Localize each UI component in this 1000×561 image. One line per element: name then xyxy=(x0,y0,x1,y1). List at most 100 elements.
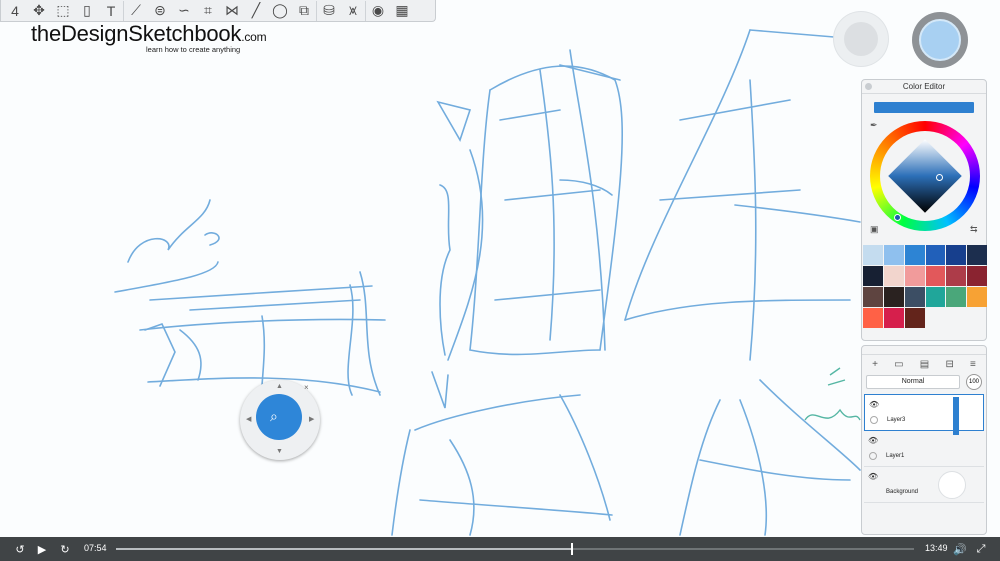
layer-name: Layer1 xyxy=(886,453,905,459)
layer-grid-icon[interactable]: ▦ xyxy=(390,1,414,21)
color-swatch[interactable] xyxy=(967,287,987,307)
folder-icon[interactable]: ▭ xyxy=(894,359,903,370)
merge-icon[interactable]: ⊟ xyxy=(945,359,953,370)
color-swatch[interactable] xyxy=(925,245,946,265)
hue-selector-handle[interactable] xyxy=(894,214,901,221)
lock-icon[interactable] xyxy=(870,416,878,424)
color-selector-handle[interactable] xyxy=(936,174,943,181)
eyedropper-icon[interactable]: ✒ xyxy=(870,120,878,131)
ellipse-guide-icon[interactable]: ⊜ xyxy=(148,1,172,21)
color-swatch[interactable] xyxy=(946,245,967,265)
color-swatch[interactable] xyxy=(904,245,925,265)
color-swatch[interactable] xyxy=(883,287,904,307)
logo-title: theDesignSketchbook xyxy=(31,21,242,46)
color-swatch[interactable] xyxy=(925,266,946,286)
color-swatch[interactable] xyxy=(967,245,987,265)
menu-icon[interactable]: ≡ xyxy=(970,359,976,370)
color-swatch[interactable] xyxy=(863,266,883,286)
progress-track[interactable] xyxy=(116,543,914,555)
line-icon[interactable]: ╱ xyxy=(244,1,268,21)
color-swatch[interactable] xyxy=(883,308,904,328)
color-wheel-icon[interactable]: ◉ xyxy=(365,0,390,21)
video-player-bar: ↺ ▶ ↻ 07:54 13:49 🔊 ⤢ xyxy=(0,537,1000,561)
visibility-eye-icon[interactable]: 👁 xyxy=(869,400,879,409)
layer-name: Background xyxy=(886,489,919,495)
shape-icon[interactable]: ⧉ xyxy=(292,1,316,21)
logo-suffix: .com xyxy=(241,30,267,44)
play-button[interactable]: ▶ xyxy=(34,541,50,557)
text-icon[interactable]: T xyxy=(99,1,123,21)
image-icon[interactable]: ▤ xyxy=(920,359,929,370)
layer-name: Layer3 xyxy=(887,417,906,423)
fill-icon[interactable]: ⛁ xyxy=(316,0,341,21)
logo-tagline: learn how to create anything xyxy=(146,45,241,54)
brush-library-icon[interactable]: ⩙ xyxy=(341,1,365,21)
drawing-canvas[interactable] xyxy=(0,0,1000,561)
navigation-puck[interactable]: ▲ ◀ ▶ ▼ × ⌕ xyxy=(240,380,320,460)
progress-fill xyxy=(116,548,572,550)
symmetry-icon[interactable]: ⋈ xyxy=(220,1,244,21)
layer-handle[interactable] xyxy=(953,397,959,435)
color-swatches xyxy=(863,245,987,328)
layer-toolbar: + ▭ ▤ ⊟ ≡ xyxy=(862,355,986,374)
blend-mode-select[interactable]: Normal xyxy=(866,375,960,389)
fullscreen-icon[interactable]: ⤢ xyxy=(973,541,989,557)
zoom-icon: ⌕ xyxy=(270,408,278,424)
cylinder-icon[interactable]: ▯ xyxy=(75,1,99,21)
crop-icon[interactable]: ⬚ xyxy=(51,1,75,21)
color-swatch[interactable] xyxy=(863,308,883,328)
arrow-up-icon: ▲ xyxy=(276,383,283,390)
color-swatch[interactable] xyxy=(863,287,883,307)
color-editor-title: Color Editor xyxy=(902,82,946,91)
color-wheel[interactable] xyxy=(870,121,980,231)
arrow-right-icon: ▶ xyxy=(309,416,315,423)
color-swatch[interactable] xyxy=(904,266,925,286)
french-curve-icon[interactable]: ∽ xyxy=(172,1,196,21)
color-swatch[interactable] xyxy=(883,245,904,265)
swap-icon[interactable]: ⇆ xyxy=(970,224,978,235)
arrow-down-icon: ▼ xyxy=(276,448,283,455)
opacity-dial[interactable]: 100 xyxy=(966,374,982,390)
brush-puck-color[interactable] xyxy=(912,12,968,68)
layer-row-background[interactable]: 👁 Background xyxy=(864,467,984,503)
color-swatch[interactable] xyxy=(883,266,904,286)
layer-row-layer1[interactable]: 👁 Layer1 xyxy=(864,431,984,467)
close-icon[interactable] xyxy=(865,83,872,90)
color-swatch[interactable] xyxy=(863,245,883,265)
close-icon[interactable]: × xyxy=(304,383,309,392)
main-toolbar: 4 ✥ ⬚ ▯ T ⟋ ⊜ ∽ ⌗ ⋈ ╱ ◯ ⧉ ⛁ ⩙ ◉ ▦ xyxy=(0,0,436,22)
lock-icon[interactable] xyxy=(869,452,877,460)
visibility-eye-icon[interactable]: 👁 xyxy=(868,472,878,481)
add-layer-icon[interactable]: + xyxy=(872,359,878,370)
background-thumbnail xyxy=(938,471,966,499)
site-logo: theDesignSketchbook.com xyxy=(31,21,267,47)
color-swatch[interactable] xyxy=(967,266,987,286)
transform-icon[interactable]: ✥ xyxy=(27,1,51,21)
circle-icon[interactable]: ◯ xyxy=(268,1,292,21)
color-swatch[interactable] xyxy=(904,308,925,328)
layer-panel-titlebar xyxy=(862,346,986,355)
blend-controls: Normal 100 xyxy=(866,374,982,390)
arrow-left-icon: ◀ xyxy=(246,416,252,423)
progress-knob[interactable] xyxy=(571,543,573,555)
current-color-bar xyxy=(874,102,974,113)
forward-icon[interactable]: ↻ xyxy=(57,541,73,557)
layer-row-layer3[interactable]: 👁 Layer3 xyxy=(864,394,984,435)
color-editor-titlebar: Color Editor xyxy=(862,80,986,94)
layer-editor-panel: + ▭ ▤ ⊟ ≡ Normal 100 👁 Layer3 👁 Layer1 👁… xyxy=(861,345,987,535)
puck-center xyxy=(844,22,878,56)
color-swatch[interactable] xyxy=(946,266,967,286)
volume-icon[interactable]: 🔊 xyxy=(952,541,968,557)
color-mode-icon[interactable]: ▣ xyxy=(870,224,879,235)
perspective-icon[interactable]: ⌗ xyxy=(196,1,220,21)
color-swatch[interactable] xyxy=(946,287,967,307)
ruler-icon[interactable]: ⟋ xyxy=(123,0,148,21)
color-swatch[interactable] xyxy=(904,287,925,307)
brush-puck-size[interactable] xyxy=(834,12,888,66)
zoom-rotate-button[interactable]: ⌕ xyxy=(256,394,302,440)
color-swatch[interactable] xyxy=(925,287,946,307)
brush-size-icon[interactable]: 4 xyxy=(3,1,27,21)
rewind-icon[interactable]: ↺ xyxy=(12,541,28,557)
visibility-eye-icon[interactable]: 👁 xyxy=(868,436,878,445)
puck-color-swatch xyxy=(919,19,961,61)
